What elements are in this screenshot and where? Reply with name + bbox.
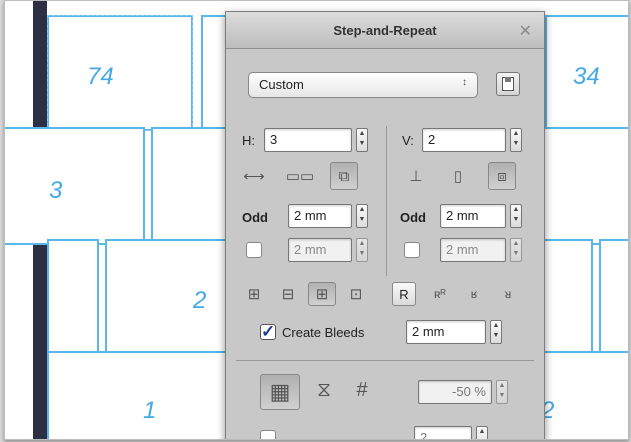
- tile-number: 74: [87, 63, 114, 90]
- h-count-stepper[interactable]: ▲ ▼: [356, 128, 368, 152]
- close-icon[interactable]: ✕: [519, 21, 532, 41]
- tile-74: 74: [47, 15, 193, 131]
- artboard: 74 34 3 2 1 2 Step-and-Repeat ✕ Custom ↕…: [5, 1, 628, 439]
- v-odd-value: 2 mm: [446, 208, 479, 223]
- rotate-r-button[interactable]: R: [392, 282, 416, 306]
- v-adjacent-icon[interactable]: ▯: [444, 164, 472, 188]
- h-odd-label: Odd: [242, 210, 268, 225]
- v-even-value: 2 mm: [446, 242, 479, 257]
- bottom-value: 2: [420, 430, 428, 439]
- tile-1: 1: [47, 351, 231, 439]
- v-odd-label: Odd: [400, 210, 426, 225]
- bottom-input[interactable]: 2: [414, 426, 472, 439]
- bleed-value: 2 mm: [412, 324, 445, 339]
- tile-3: 3: [5, 127, 145, 245]
- flip-both-icon[interactable]: ᴚ: [494, 282, 522, 306]
- h-adjacent-icon[interactable]: ▭▭: [286, 164, 314, 188]
- tile: [599, 239, 628, 355]
- v-spacing-icon[interactable]: ⊥: [402, 164, 430, 188]
- v-odd-stepper[interactable]: ▲ ▼: [510, 204, 522, 228]
- v-even-input[interactable]: 2 mm: [440, 238, 506, 262]
- tile: [543, 239, 593, 355]
- tile: [539, 127, 628, 245]
- flip-horizontal-icon[interactable]: ʀᴿ: [426, 282, 454, 306]
- h-count-value: 3: [270, 132, 278, 147]
- tile-34: 34: [545, 15, 628, 131]
- tile: [151, 127, 231, 245]
- h-overlap-icon[interactable]: ⧉: [330, 162, 358, 190]
- column-divider: [386, 126, 387, 276]
- h-even-checkbox[interactable]: [246, 242, 262, 258]
- step-and-repeat-panel: Step-and-Repeat ✕ Custom ↕ H: 3 ▲ ▼ V: 2 …: [225, 11, 545, 439]
- italic-grid-icon[interactable]: #: [348, 378, 376, 402]
- flip-vertical-icon[interactable]: ʁ: [460, 282, 488, 306]
- grid-layout-icon[interactable]: ▦: [260, 374, 300, 410]
- v-count-stepper[interactable]: ▲ ▼: [510, 128, 522, 152]
- tile-2: 2: [105, 239, 231, 355]
- tile-number: 2: [193, 287, 207, 314]
- create-bleeds-label: Create Bleeds: [282, 325, 365, 340]
- arrange-grid-icon[interactable]: ⊞: [240, 282, 268, 306]
- bleed-input[interactable]: 2 mm: [406, 320, 486, 344]
- v-odd-input[interactable]: 2 mm: [440, 204, 506, 228]
- arrange-shift-v-icon[interactable]: ⊡: [342, 282, 370, 306]
- scale-value: -50 %: [452, 384, 486, 399]
- bottom-stepper[interactable]: ▲▼: [476, 426, 488, 439]
- panel-titlebar[interactable]: Step-and-Repeat ✕: [226, 12, 544, 49]
- tile-number: 34: [573, 63, 600, 90]
- v-count-value: 2: [428, 132, 436, 147]
- arrange-brick-icon[interactable]: ⊞: [308, 282, 336, 306]
- h-even-input[interactable]: 2 mm: [288, 238, 352, 262]
- v-even-stepper[interactable]: ▲ ▼: [510, 238, 522, 262]
- tile-number: 1: [143, 397, 157, 424]
- h-odd-value: 2 mm: [294, 208, 327, 223]
- v-count-input[interactable]: 2: [422, 128, 506, 152]
- arrange-shift-h-icon[interactable]: ⊟: [274, 282, 302, 306]
- bottom-checkbox[interactable]: [260, 430, 276, 439]
- h-odd-input[interactable]: 2 mm: [288, 204, 352, 228]
- skewed-grid-icon[interactable]: ⧖: [310, 378, 338, 402]
- h-count-input[interactable]: 3: [264, 128, 352, 152]
- h-odd-stepper[interactable]: ▲ ▼: [356, 204, 368, 228]
- scale-input[interactable]: -50 %: [418, 380, 492, 404]
- h-label: H:: [242, 133, 255, 148]
- h-even-stepper[interactable]: ▲ ▼: [356, 238, 368, 262]
- scale-stepper[interactable]: ▲ ▼: [496, 380, 508, 404]
- rotate-r-label: R: [399, 286, 409, 302]
- section-divider: [236, 360, 534, 361]
- create-bleeds-checkbox[interactable]: ✓: [260, 323, 276, 340]
- h-even-value: 2 mm: [294, 242, 327, 257]
- tile-number: 3: [49, 177, 63, 204]
- v-label: V:: [402, 133, 414, 148]
- bleed-stepper[interactable]: ▲ ▼: [490, 320, 502, 344]
- v-overlap-icon[interactable]: ⧈: [488, 162, 516, 190]
- tile: [47, 239, 99, 355]
- select-arrow-icon: ↕: [462, 77, 467, 88]
- preset-value: Custom: [259, 77, 304, 92]
- screenshot-frame: 74 34 3 2 1 2 Step-and-Repeat ✕ Custom ↕…: [4, 0, 629, 440]
- preset-select[interactable]: Custom ↕: [248, 72, 478, 98]
- save-preset-icon[interactable]: [496, 72, 520, 96]
- v-even-checkbox[interactable]: [404, 242, 420, 258]
- panel-title: Step-and-Repeat: [333, 23, 437, 38]
- h-spacing-icon[interactable]: ⟷: [240, 164, 268, 188]
